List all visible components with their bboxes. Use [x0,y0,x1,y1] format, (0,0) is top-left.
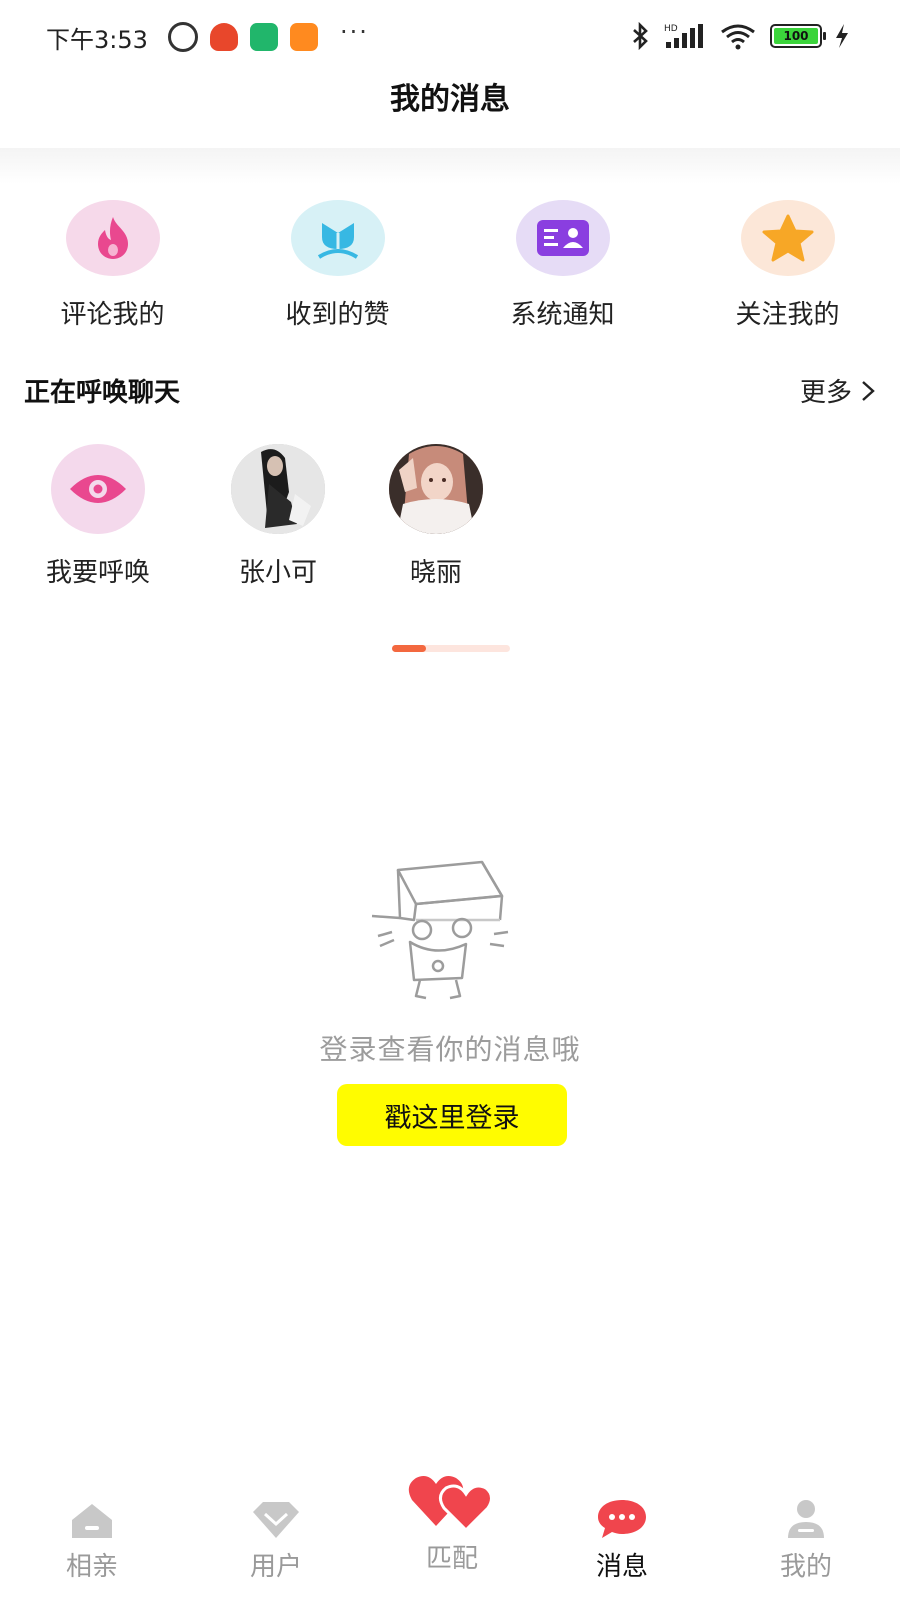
shield-app-icon [250,23,278,51]
page-title: 我的消息 [390,82,510,117]
tab-label: 我的 [779,1552,832,1582]
status-notification-icons [168,22,318,52]
flower-icon [290,200,385,276]
tab-mine[interactable]: 我的 [716,1490,896,1583]
message-categories: 评论我的 收到的赞 系统通知 关注我的 [0,200,900,331]
call-label: 我要呼唤 [45,558,150,588]
call-item-self[interactable]: 我要呼唤 [18,444,178,589]
charging-icon [836,24,848,48]
header-divider [0,148,900,184]
tab-label: 相亲 [65,1552,118,1582]
diamond-icon [251,1490,301,1540]
carousel-indicator [392,645,510,652]
more-link[interactable]: 更多 [800,372,876,409]
battery-icon: 100 [770,24,826,48]
tab-label: 消息 [595,1552,648,1582]
wifi-icon [721,24,755,50]
id-card-icon [515,200,610,276]
star-icon [740,200,835,276]
bluetooth-icon [633,22,648,50]
login-button[interactable]: 戳这里登录 [337,1084,567,1146]
section-title: 正在呼唤聊天 [24,378,181,408]
signal-icon: HD [664,24,703,48]
calling-section-header: 正在呼唤聊天 更多 [24,372,876,409]
house-icon [68,1490,116,1540]
svg-text:HD: HD [664,24,678,34]
person-icon [784,1490,828,1540]
chevron-right-icon [862,380,875,401]
battery-level: 100 [774,28,818,44]
tab-dating[interactable]: 相亲 [2,1490,182,1583]
hearts-icon [406,1470,498,1532]
tab-users[interactable]: 用户 [186,1490,366,1583]
empty-message: 登录查看你的消息哦 [319,1033,581,1066]
call-label: 张小可 [238,558,317,588]
page-header: 我的消息 [0,72,900,148]
more-label: 更多 [799,378,852,408]
alarm-icon [168,22,198,52]
call-item-user[interactable]: 晓丽 [356,444,516,589]
tab-label: 匹配 [425,1544,478,1574]
entry-system-notice[interactable]: 系统通知 [450,200,675,331]
tab-messages[interactable]: 消息 [532,1490,712,1583]
entry-comments[interactable]: 评论我的 [0,200,225,331]
call-item-user[interactable]: 张小可 [198,444,358,589]
flame-icon [65,200,160,276]
entry-label: 评论我的 [60,300,165,330]
entry-label: 收到的赞 [285,300,390,330]
bottom-tab-bar: 相亲 用户 匹配 消息 我的 [0,1476,900,1600]
avatar [389,444,483,534]
status-time: 下午3:53 [46,26,148,54]
status-system-icons: HD 100 [630,22,850,50]
tab-match[interactable]: 匹配 [362,1470,542,1575]
call-label: 晓丽 [409,558,462,588]
app-notification-icon [210,23,238,51]
status-bar: 下午3:53 ··· HD 100 [0,0,900,72]
avatar [231,444,325,534]
taobao-app-icon [290,23,318,51]
entry-followers[interactable]: 关注我的 [675,200,900,331]
eye-icon [51,444,145,534]
tab-label: 用户 [249,1552,302,1582]
entry-label: 关注我的 [735,300,840,330]
entry-likes[interactable]: 收到的赞 [225,200,450,331]
chat-bubble-icon [596,1490,648,1540]
empty-box-illustration [370,858,530,1012]
carousel-indicator-active [392,645,426,652]
entry-label: 系统通知 [510,300,615,330]
more-notifications-icon: ··· [340,18,369,46]
